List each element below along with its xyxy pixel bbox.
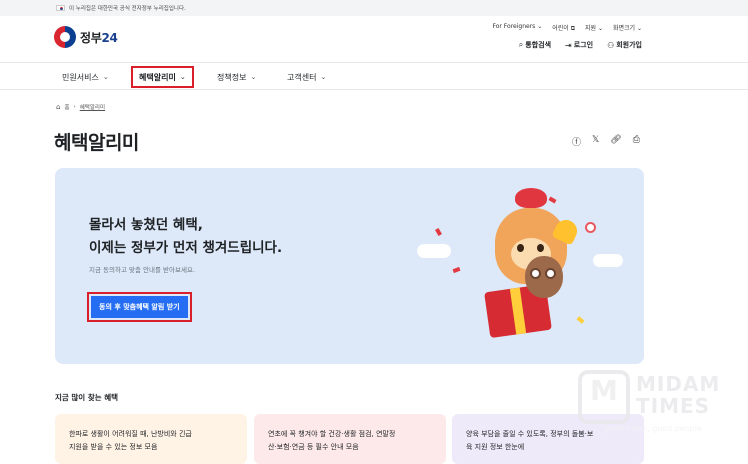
for-foreigners-link[interactable]: For Foreigners ⌄ xyxy=(493,23,543,33)
nav-item-benefit-alert[interactable]: 혜택알리미 ⌄ xyxy=(131,66,194,88)
breadcrumb-home[interactable]: 홈 xyxy=(64,103,69,111)
breadcrumb: ⌂ 홈 › 혜택알리미 xyxy=(56,103,105,111)
home-icon[interactable]: ⌂ xyxy=(56,103,60,111)
korea-flag-icon xyxy=(56,5,65,11)
chevron-down-icon: ⌄ xyxy=(320,73,327,81)
chevron-down-icon: ⌄ xyxy=(179,73,186,81)
consent-benefit-alert-button[interactable]: 동의 후 맞춤혜택 알림 받기 xyxy=(91,296,188,318)
government-notice-bar: 이 누리집은 대한민국 공식 전자정부 누리집입니다. xyxy=(0,0,748,16)
taegeuk-logo-icon xyxy=(54,26,76,48)
site-header: 정부24 For Foreigners ⌄ 어린이 ⧉ 지원 ⌄ 화면크기 ⌄ … xyxy=(0,16,748,62)
search-icon: ⌕ xyxy=(518,40,524,49)
login-icon: ⇥ xyxy=(565,40,572,50)
hero-subtext: 지금 동의하고 맞춤 안내를 받아보세요. xyxy=(89,266,196,274)
support-menu[interactable]: 지원 ⌄ xyxy=(585,23,603,33)
search-button[interactable]: ⌕ 통합검색 xyxy=(519,40,551,50)
utility-links: For Foreigners ⌄ 어린이 ⧉ 지원 ⌄ 화면크기 ⌄ xyxy=(493,23,643,33)
page-title: 혜택알리미 xyxy=(54,132,139,154)
children-link[interactable]: 어린이 ⧉ xyxy=(552,23,575,33)
nav-item-customer-center[interactable]: 고객센터 ⌄ xyxy=(287,66,326,88)
section-title: 지금 많이 찾는 혜택 xyxy=(55,393,119,402)
notice-text: 이 누리집은 대한민국 공식 전자정부 누리집입니다. xyxy=(69,6,186,12)
chevron-down-icon: ⌄ xyxy=(102,73,109,81)
logo-text: 정부24 xyxy=(80,30,118,45)
signup-button[interactable]: ⚇ 회원가입 xyxy=(607,40,642,50)
midam-times-watermark: M MIDAM TIMES good news, good people xyxy=(576,366,726,436)
global-navigation: 민원서비스 ⌄ 혜택알리미 ⌄ 정책정보 ⌄ 고객센터 ⌄ xyxy=(0,62,748,90)
breadcrumb-current[interactable]: 혜택알리미 xyxy=(80,103,105,111)
cta-highlight: 동의 후 맞춤혜택 알림 받기 xyxy=(87,292,192,322)
screen-size-menu[interactable]: 화면크기 ⌄ xyxy=(613,23,642,33)
hero-banner: 몰라서 놓쳤던 혜택, 이제는 정부가 먼저 챙겨드립니다. 지금 동의하고 맞… xyxy=(55,168,644,364)
link-icon[interactable]: 🔗︎ xyxy=(610,135,621,148)
nav-item-civil-service[interactable]: 민원서비스 ⌄ xyxy=(62,66,109,88)
account-links: ⌕ 통합검색 ⇥ 로그인 ⚇ 회원가입 xyxy=(519,40,642,50)
share-tools: ⓕ 𝕏 🔗︎ ⎙ xyxy=(572,135,640,148)
facebook-icon[interactable]: ⓕ xyxy=(572,135,581,148)
user-plus-icon: ⚇ xyxy=(607,40,615,50)
print-icon[interactable]: ⎙ xyxy=(633,135,640,148)
chevron-right-icon: › xyxy=(73,104,76,110)
gov24-logo[interactable]: 정부24 xyxy=(54,26,118,48)
nav-item-policy-info[interactable]: 정책정보 ⌄ xyxy=(217,66,256,88)
hero-headline: 몰라서 놓쳤던 혜택, 이제는 정부가 먼저 챙겨드립니다. xyxy=(89,217,283,256)
login-button[interactable]: ⇥ 로그인 xyxy=(565,40,593,50)
chevron-down-icon: ⌄ xyxy=(250,73,257,81)
x-twitter-icon[interactable]: 𝕏 xyxy=(592,135,599,148)
